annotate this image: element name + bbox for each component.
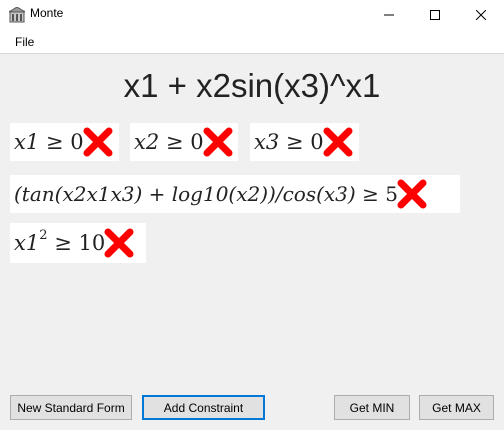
constraint-item[interactable]: x1 ≥ 0	[10, 123, 119, 161]
menu-bar: File	[0, 30, 504, 54]
maximize-icon	[430, 10, 440, 20]
constraint-formula: x1 ≥ 0	[14, 130, 84, 154]
building-icon	[9, 7, 25, 23]
constraint-formula: x2 ≥ 0	[134, 130, 204, 154]
constraint-item[interactable]: x3 ≥ 0	[250, 123, 359, 161]
get-min-button[interactable]: Get MIN	[334, 395, 410, 420]
objective-expression: x1 + x2sin(x3)^x1	[123, 67, 381, 104]
constraint-formula: x3 ≥ 0	[254, 130, 324, 154]
close-icon	[476, 10, 486, 20]
get-max-button[interactable]: Get MAX	[419, 395, 494, 420]
minimize-button[interactable]	[366, 0, 412, 30]
constraint-item[interactable]: x12 ≥ 10	[10, 223, 146, 263]
constraint-item[interactable]: x2 ≥ 0	[130, 123, 238, 161]
red-x-icon	[104, 228, 134, 258]
red-x-icon	[203, 127, 233, 157]
maximize-button[interactable]	[412, 0, 458, 30]
minimize-icon	[384, 14, 394, 16]
constraint-item[interactable]: (tan(x2x1x3) + log10(x2))/cos(x3) ≥ 5	[10, 175, 460, 213]
add-constraint-button[interactable]: Add Constraint	[142, 395, 265, 420]
red-x-icon	[397, 179, 427, 209]
new-standard-form-button[interactable]: New Standard Form	[10, 395, 132, 420]
constraint-formula: x12 ≥ 10	[14, 228, 106, 255]
red-x-icon	[83, 127, 113, 157]
window-title: Monte	[30, 6, 64, 20]
constraint-formula: (tan(x2x1x3) + log10(x2))/cos(x3) ≥ 5	[14, 182, 398, 206]
red-x-icon	[323, 127, 353, 157]
menu-file[interactable]: File	[15, 35, 34, 49]
title-bar: Monte	[0, 0, 504, 30]
close-button[interactable]	[458, 0, 504, 30]
